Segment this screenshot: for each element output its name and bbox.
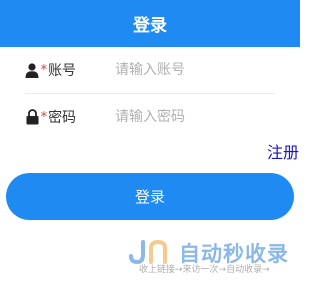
watermark-logo-icon — [129, 240, 167, 264]
watermark-sub-text: 收上链接→来访一次→自动收录→ — [139, 265, 270, 275]
password-row: * 密码 — [25, 94, 275, 140]
account-input[interactable] — [115, 62, 275, 78]
watermark: 自动秒收录 收上链接→来访一次→自动收录→ — [127, 238, 288, 278]
login-page: 登录 * 账号 * 密码 注册 登录 自动秒收录 收上链接→来 — [0, 0, 300, 300]
lock-icon — [25, 109, 40, 125]
required-mark: * — [40, 109, 48, 125]
account-label: 账号 — [48, 63, 77, 79]
login-button[interactable]: 登录 — [6, 173, 294, 220]
password-input[interactable] — [115, 109, 275, 125]
app-header: 登录 — [0, 0, 300, 47]
page-title: 登录 — [133, 16, 167, 36]
user-icon — [25, 62, 40, 78]
account-row: * 账号 — [25, 47, 275, 94]
required-mark: * — [40, 62, 48, 78]
password-label: 密码 — [48, 110, 77, 126]
register-link[interactable]: 注册 — [267, 143, 299, 163]
